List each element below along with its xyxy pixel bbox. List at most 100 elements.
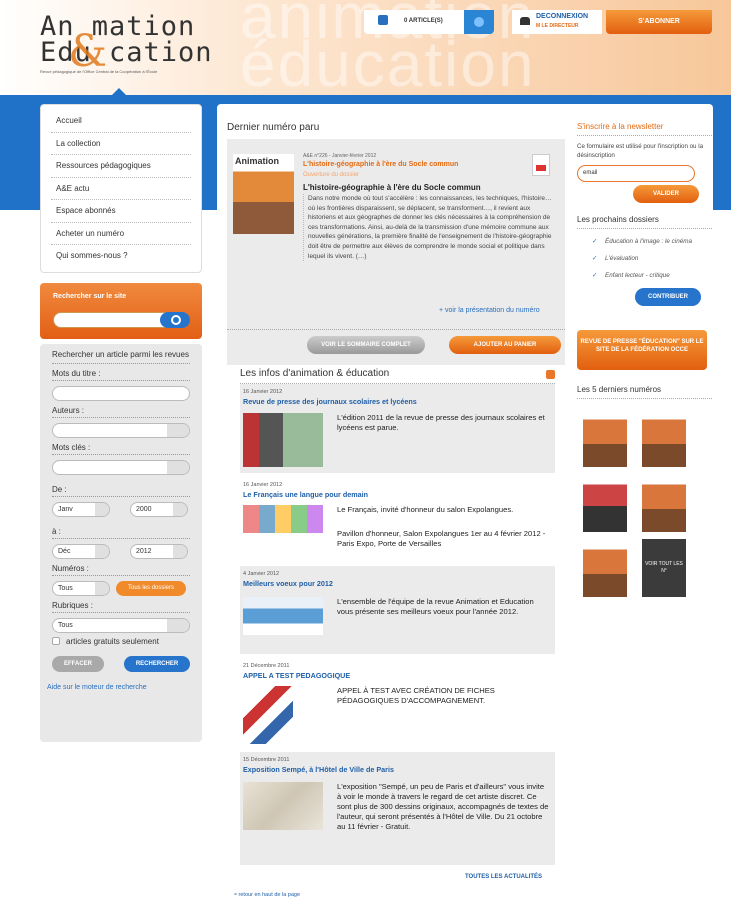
circle-icon <box>474 17 484 27</box>
news-item: 16 Janvier 2012 Revue de presse des jour… <box>240 384 555 477</box>
authors-select[interactable] <box>52 422 190 438</box>
issue-thumbnail[interactable] <box>583 474 627 532</box>
cart-count[interactable]: 0 ARTICLE(S) <box>404 18 443 24</box>
clear-button[interactable]: EFFACER <box>52 655 104 672</box>
news-title[interactable]: APPEL A TEST PEDAGOGIQUE <box>243 671 552 680</box>
cart-icon <box>378 15 388 25</box>
free-only-checkbox[interactable] <box>52 637 60 645</box>
see-all-issues-button[interactable]: VOIR TOUT LES N° <box>642 539 686 597</box>
back-to-top-link[interactable]: ≈ retour en haut de la page <box>234 892 300 898</box>
view-summary-button[interactable]: VOIR LE SOMMAIRE COMPLET <box>307 336 425 354</box>
issue-thumbnail[interactable] <box>583 539 627 597</box>
news-date: 21 Décembre 2011 <box>243 663 290 669</box>
menu-item-accueil[interactable]: Accueil <box>51 110 191 133</box>
logo-subtitle: Revue pédagogique de l'Office Central de… <box>40 69 158 74</box>
next-file-item[interactable]: Éducation à l'image : le cinéma <box>577 237 712 246</box>
news-date: 16 Janvier 2012 <box>243 482 283 488</box>
keywords-select[interactable] <box>52 459 190 475</box>
issue-headline: L'histoire-géographie à l'ère du Socle c… <box>303 183 481 192</box>
search-help-link[interactable]: Aide sur le moteur de recherche <box>47 684 190 691</box>
latest-issue-box: Animation A&E n°226 - Janvier-février 20… <box>227 139 565 365</box>
validate-button[interactable]: VALIDER <box>633 185 699 203</box>
email-field[interactable]: email <box>577 165 695 182</box>
to-label: à : <box>52 527 190 539</box>
header: animation éducation An mation Edu cation… <box>0 0 731 95</box>
last-issues-grid: VOIR TOUT LES N° <box>583 409 712 597</box>
free-only-label: articles gratuits seulement <box>66 636 159 646</box>
news-item: 15 Décembre 2011 Exposition Sempé, à l'H… <box>240 752 555 869</box>
issue-thumbnail[interactable] <box>642 474 686 532</box>
news-title[interactable]: Le Français une langue pour demain <box>243 490 552 499</box>
menu-item-acheter[interactable]: Acheter un numéro <box>51 223 191 245</box>
cart-go-button[interactable] <box>464 10 494 34</box>
news-item: 16 Janvier 2012 Le Français une langue p… <box>240 477 555 566</box>
press-review-button[interactable]: REVUE DE PRESSE "ÉDUCATION" SUR LE SITE … <box>577 330 707 370</box>
pdf-icon[interactable] <box>532 154 550 176</box>
next-file-item[interactable]: L'évaluation <box>577 254 712 263</box>
last-issues-heading: Les 5 derniers numéros <box>577 385 712 399</box>
news-title[interactable]: Exposition Sempé, à l'Hôtel de Ville de … <box>243 765 552 774</box>
free-only-option[interactable]: articles gratuits seulement <box>52 637 190 646</box>
news-heading: Les infos d'animation & éducation <box>240 368 555 384</box>
news-text: L'édition 2011 de la revue de presse des… <box>337 413 545 432</box>
issue-thumbnail[interactable] <box>583 409 627 467</box>
cover-title: Animation <box>235 156 279 166</box>
news-text: APPEL À TEST AVEC CRÉATION DE FICHES PÉD… <box>337 686 495 705</box>
issue-more-link[interactable]: + voir la présentation du numéro <box>439 307 540 314</box>
menu-item-qui[interactable]: Qui sommes-nous ? <box>51 245 191 268</box>
rss-icon[interactable] <box>546 370 555 379</box>
band-arrow <box>112 88 126 95</box>
title-input[interactable] <box>52 385 190 401</box>
user-name: M LE DIRECTEUR <box>536 23 579 29</box>
site-logo[interactable]: An mation Edu cation & Revue pédagogique… <box>40 13 215 77</box>
from-month-select[interactable]: Janv <box>52 501 110 517</box>
news-heading-text: Les infos d'animation & éducation <box>240 368 390 379</box>
from-year-select[interactable]: 2000 <box>130 501 188 517</box>
logo-line-2: Edu cation <box>40 37 213 68</box>
menu-item-actu[interactable]: A&E actu <box>51 178 191 200</box>
users-icon <box>520 17 530 25</box>
menu-item-collection[interactable]: La collection <box>51 133 191 155</box>
news-section: Les infos d'animation & éducation 16 Jan… <box>240 368 555 869</box>
news-text: L'ensemble de l'équipe de la revue Anima… <box>337 597 534 616</box>
numbers-label: Numéros : <box>52 564 190 576</box>
news-thumbnail[interactable] <box>243 505 323 533</box>
top-bar: 0 ARTICLE(S) DECONNEXION M LE DIRECTEUR … <box>364 10 712 34</box>
add-to-cart-button[interactable]: AJOUTER AU PANIER <box>449 336 561 354</box>
subscribe-button[interactable]: S'ABONNER <box>606 10 712 34</box>
news-text: L'exposition "Sempé, un peu de Paris et … <box>337 782 549 831</box>
news-title[interactable]: Meilleurs voeux pour 2012 <box>243 579 552 588</box>
menu-item-ressources[interactable]: Ressources pédagogiques <box>51 155 191 178</box>
to-month-select[interactable]: Déc <box>52 543 110 559</box>
from-label: De : <box>52 485 190 497</box>
menu-item-abonnes[interactable]: Espace abonnés <box>51 200 191 223</box>
newsletter-text: Ce formulaire est utilisé pour l'inscrip… <box>577 143 704 159</box>
contribute-button[interactable]: CONTRIBUER <box>635 288 701 306</box>
news-date: 15 Décembre 2011 <box>243 757 290 763</box>
news-thumbnail[interactable] <box>243 686 293 744</box>
cart-widget[interactable]: 0 ARTICLE(S) <box>364 10 494 34</box>
site-search-box: Rechercher sur le site <box>40 282 202 339</box>
news-date: 16 Janvier 2012 <box>243 389 283 395</box>
search-icon[interactable] <box>160 311 190 328</box>
news-thumbnail[interactable] <box>243 597 323 635</box>
issue-cover-image[interactable]: Animation <box>233 154 294 234</box>
news-thumbnail[interactable] <box>243 413 323 467</box>
search-submit-button[interactable]: RECHERCHER <box>124 655 190 672</box>
issue-title[interactable]: L'histoire-géographie à l'ère du Socle c… <box>303 161 458 168</box>
news-thumbnail[interactable] <box>243 782 323 830</box>
all-news-link[interactable]: TOUTES LES ACTUALITÉS <box>465 874 542 880</box>
to-year-select[interactable]: 2012 <box>130 543 188 559</box>
news-item: 21 Décembre 2011 APPEL A TEST PEDAGOGIQU… <box>240 658 555 752</box>
logout-widget[interactable]: DECONNEXION M LE DIRECTEUR <box>512 10 602 34</box>
latest-issue-heading: Dernier numéro paru <box>227 122 320 133</box>
numbers-select[interactable]: Tous <box>52 580 110 596</box>
news-title[interactable]: Revue de presse des journaux scolaires e… <box>243 397 552 406</box>
issue-thumbnail[interactable] <box>642 409 686 467</box>
next-file-item[interactable]: Enfant lecteur - critique <box>577 271 712 280</box>
all-files-button[interactable]: Tous les dossiers <box>116 580 186 596</box>
issue-meta: A&E n°226 - Janvier-février 2012 <box>303 153 377 159</box>
logout-link[interactable]: DECONNEXION <box>536 13 588 20</box>
main-menu: Accueil La collection Ressources pédagog… <box>40 104 202 273</box>
sections-select[interactable]: Tous <box>52 617 190 633</box>
